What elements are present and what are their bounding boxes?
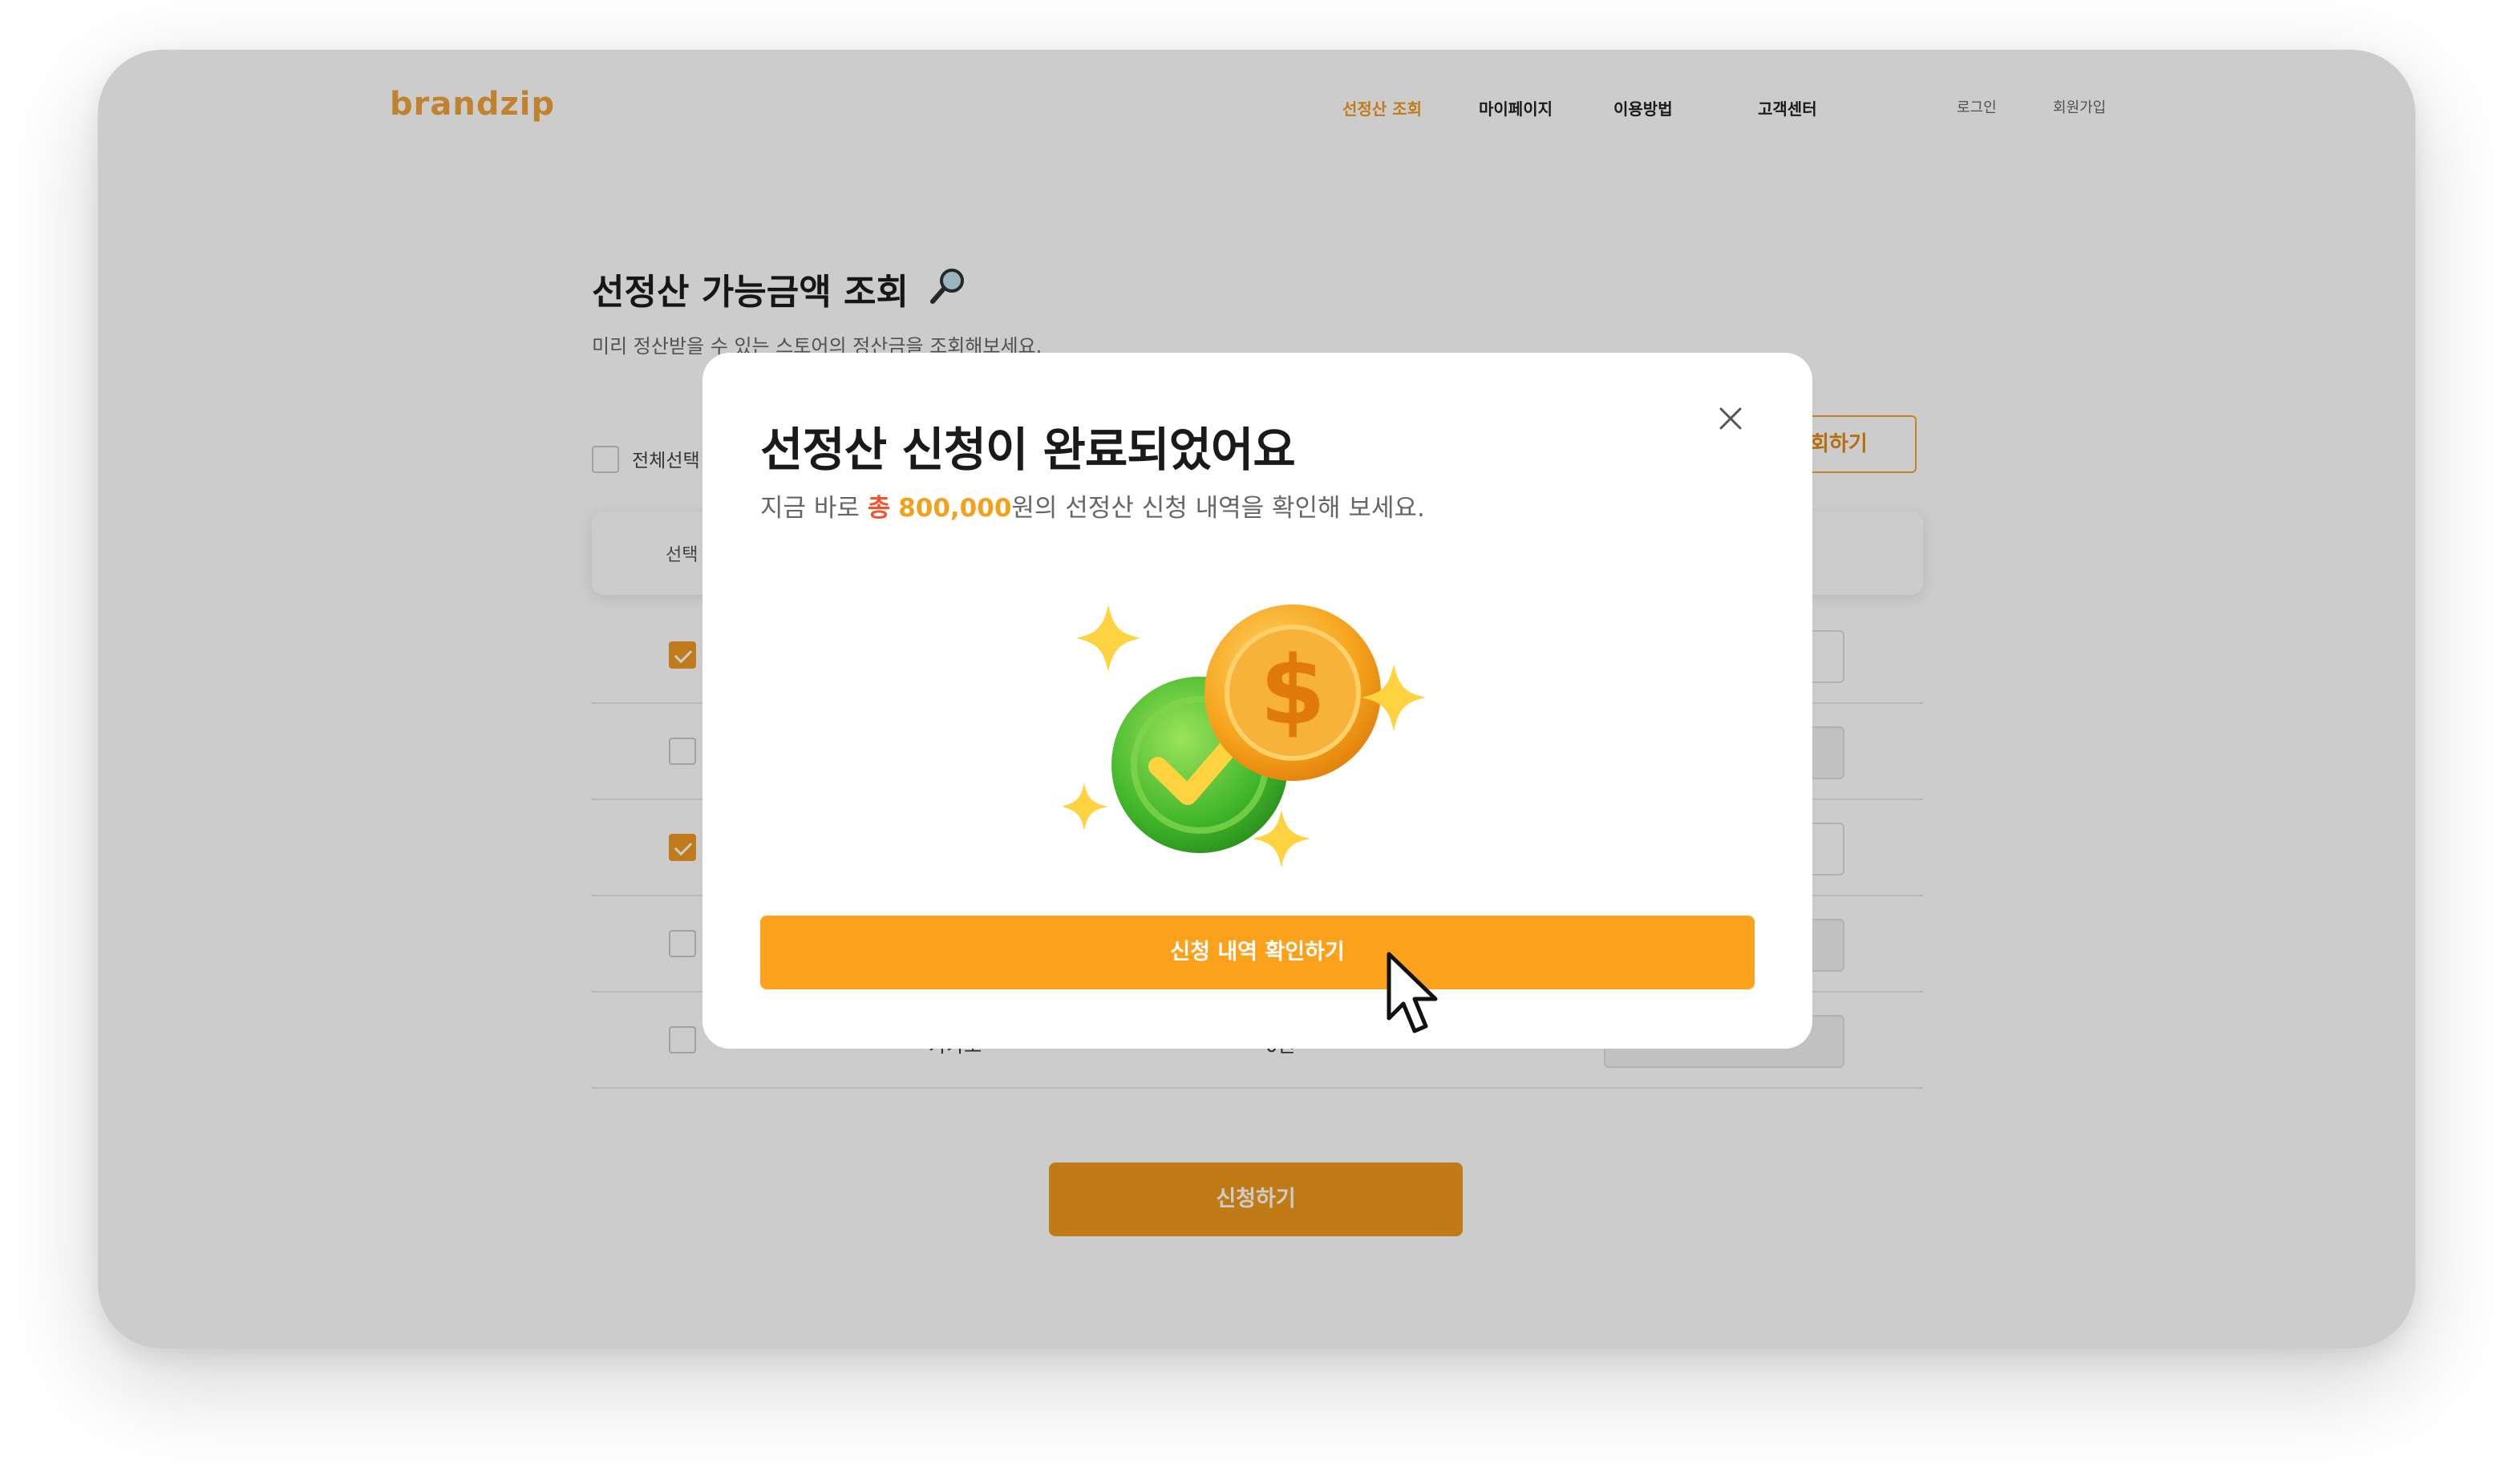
modal-desc-suffix: 원의 선정산 신청 내역을 확인해 보세요. [1011,494,1425,523]
close-icon[interactable] [1715,402,1747,435]
svg-text:$: $ [1260,635,1326,746]
modal-desc-total-word: 총 [867,494,891,523]
coins-success-illustration: $ [1063,605,1426,867]
modal-description: 지금 바로 총 800,000원의 선정산 신청 내역을 확인해 보세요. [760,487,1425,524]
modal-title: 선정산 신청이 완료되었어요 [760,423,1296,477]
completion-modal: 선정산 신청이 완료되었어요 지금 바로 총 800,000원의 선정산 신청 … [702,353,1812,1049]
modal-desc-prefix: 지금 바로 [760,494,868,523]
view-application-button[interactable]: 신청 내역 확인하기 [760,916,1755,989]
mouse-cursor-icon [1387,952,1438,1033]
modal-desc-amount: 800,000 [898,494,1012,523]
